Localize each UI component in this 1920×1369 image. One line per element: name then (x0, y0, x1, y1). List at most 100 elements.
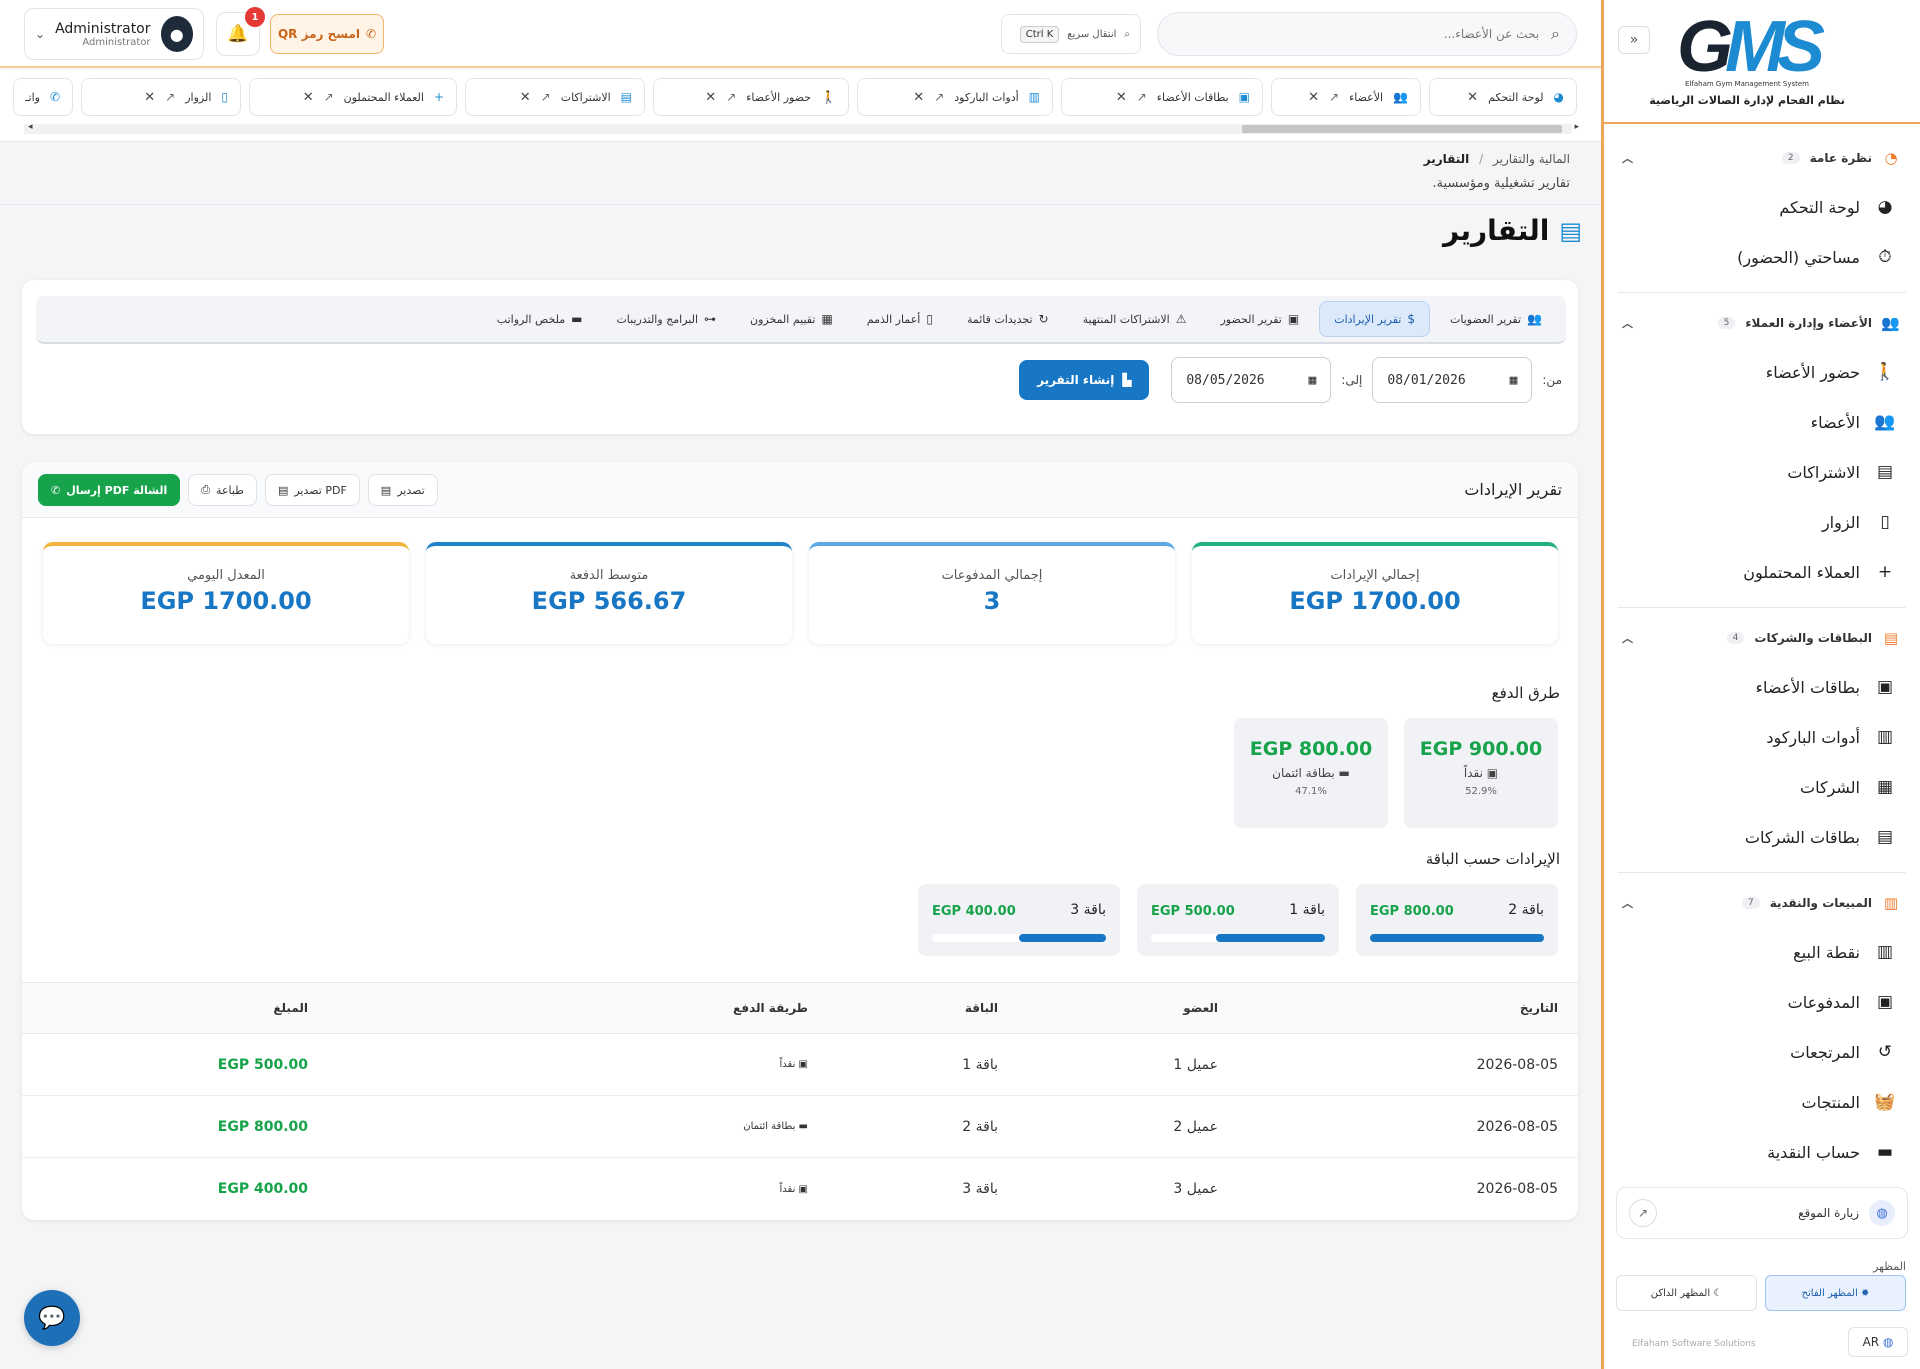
column-header-payment-method[interactable]: طريقة الدفع (733, 983, 808, 1033)
external-link-icon[interactable]: ↗ (541, 90, 551, 104)
sidebar-collapse-button[interactable]: « (1618, 26, 1650, 54)
tab-whatsapp[interactable]: ✆ واتـ (13, 78, 73, 116)
table-row[interactable]: 2026-08-05 عميل 2 باقة 2 ▬ بطاقة ائتمان … (22, 1096, 1578, 1158)
nav-group-header[interactable]: 👥 الأعضاء وإدارة العملاء 5 ︿ (1604, 299, 1920, 347)
nav-group-header[interactable]: ▥ المبيعات والنقدية 7 ︿ (1604, 879, 1920, 927)
external-link-icon[interactable]: ↗ (1329, 90, 1339, 104)
stat-value: EGP 1700.00 (140, 587, 312, 615)
external-link-icon[interactable]: ↗ (726, 90, 736, 104)
external-link-icon[interactable]: ↗ (1629, 1199, 1657, 1227)
calendar-icon[interactable]: ▦ (1309, 373, 1317, 388)
sidebar-item-payments[interactable]: ▣ المدفوعات (1604, 977, 1920, 1027)
user-menu[interactable]: ⌄ Administrator Administrator ● (24, 8, 204, 60)
sidebar-item-barcode-tools[interactable]: ▥ أدوات الباركود (1604, 712, 1920, 762)
sidebar-item-member-cards[interactable]: ▣ بطاقات الأعضاء (1604, 662, 1920, 712)
from-date-input[interactable]: 08/01/2026 ▦ (1372, 357, 1533, 403)
send-pdf-button[interactable]: ✆ إرسال PDF الشالة (38, 474, 181, 506)
close-icon[interactable]: ✕ (144, 90, 155, 105)
company-credit: Elfaham Software Solutions (1632, 1339, 1756, 1349)
member-search-input[interactable]: ⌕ بحث عن الأعضاء... (1157, 12, 1577, 56)
tab-visitors[interactable]: ▯ الزوار ↗ ✕ (81, 78, 241, 116)
light-theme-button[interactable]: ✹ المظهر الفاتح (1765, 1275, 1906, 1311)
close-icon[interactable]: ✕ (520, 90, 531, 105)
dark-theme-button[interactable]: ☾ المظهر الداكن (1616, 1275, 1757, 1311)
tab-members[interactable]: 👥 الأعضاء ↗ ✕ (1271, 78, 1421, 116)
close-icon[interactable]: ✕ (1308, 90, 1319, 105)
sidebar-item-member-attendance[interactable]: 🚶 حضور الأعضاء (1604, 347, 1920, 397)
breadcrumb-parent[interactable]: المالية والتقارير (1493, 152, 1570, 166)
export-button[interactable]: ▤ تصدير (367, 474, 438, 506)
external-link-icon[interactable]: ↗ (934, 90, 944, 104)
close-icon[interactable]: ✕ (1467, 90, 1478, 105)
sidebar-item-my-attendance[interactable]: ⏱ مساحتي (الحضور) (1604, 232, 1920, 282)
column-header-member[interactable]: العضو (1183, 983, 1218, 1033)
scrollbar-thumb[interactable] (1242, 125, 1562, 133)
tab-revenue-report[interactable]: $ تقرير الإيرادات (1319, 301, 1431, 337)
column-header-date[interactable]: التاريخ (1520, 983, 1558, 1033)
stat-card-average-payment: متوسط الدفعة EGP 566.67 (426, 542, 792, 644)
send-pdf-label: إرسال PDF الشالة (66, 483, 168, 497)
sidebar-item-dashboard[interactable]: ◕ لوحة التحكم (1604, 182, 1920, 232)
sidebar-item-products[interactable]: 🧺 المنتجات (1604, 1077, 1920, 1127)
external-link-icon[interactable]: ↗ (165, 90, 175, 104)
print-button[interactable]: ⎙ طباعة (188, 474, 257, 506)
visit-site-card[interactable]: ◍ زيارة الموقع ↗ (1616, 1187, 1908, 1239)
language-button[interactable]: ◍ AR (1848, 1327, 1908, 1357)
scroll-right-icon[interactable]: ▸ (1574, 122, 1579, 132)
close-icon[interactable]: ✕ (303, 90, 314, 105)
wallet-icon: ▬ (1876, 1142, 1894, 1162)
sidebar-item-visitors[interactable]: ▯ الزوار (1604, 497, 1920, 547)
table-row[interactable]: 2026-08-05 عميل 1 باقة 1 ▣ نقداً EGP 500… (22, 1034, 1578, 1096)
file-pdf-icon: ▤ (277, 483, 289, 497)
chat-button[interactable]: 💬 (24, 1290, 80, 1346)
sidebar-item-leads[interactable]: + العملاء المحتملون (1604, 547, 1920, 597)
notifications-button[interactable]: 🔔 1 (216, 7, 265, 56)
door-icon: ▯ (1880, 512, 1890, 532)
sidebar-item-members[interactable]: 👥 الأعضاء (1604, 397, 1920, 447)
tab-barcode-tools[interactable]: ▥ أدوات الباركود ↗ ✕ (857, 78, 1053, 116)
tab-attendance-report[interactable]: ▣ تقرير الحضور (1207, 301, 1314, 337)
sidebar-item-companies[interactable]: ▦ الشركات (1604, 762, 1920, 812)
close-icon[interactable]: ✕ (1116, 90, 1127, 105)
search-icon: ⌕ (1124, 28, 1130, 40)
tab-dashboard[interactable]: ◕ لوحة التحكم ✕ (1429, 78, 1577, 116)
external-link-icon[interactable]: ↗ (1137, 90, 1147, 104)
tab-programs-trainings[interactable]: ⊷ البرامج والتدريبات (602, 301, 730, 337)
tab-label: تقرير الحضور (1220, 312, 1282, 326)
column-header-plan[interactable]: الباقة (965, 983, 998, 1033)
tab-member-attendance[interactable]: 🚶 حضور الأعضاء ↗ ✕ (653, 78, 849, 116)
column-header-amount[interactable]: المبلغ (273, 983, 308, 1033)
tab-receivables-aging[interactable]: ▯ أعمار الذمم (853, 301, 947, 337)
tab-member-cards[interactable]: ▣ بطاقات الأعضاء ↗ ✕ (1061, 78, 1263, 116)
sidebar-item-cash-account[interactable]: ▬ حساب النقدية (1604, 1127, 1920, 1177)
tab-subscriptions[interactable]: ▤ الاشتراكات ↗ ✕ (465, 78, 645, 116)
tab-expired-subscriptions[interactable]: ⚠ الاشتراكات المنتهية (1069, 301, 1201, 337)
sidebar-item-subscriptions[interactable]: ▤ الاشتراكات (1604, 447, 1920, 497)
tab-memberships-report[interactable]: 👥 تقرير العضويات (1436, 301, 1556, 337)
scan-qr-button[interactable]: ✆ امسح رمز QR (270, 14, 384, 54)
tab-payroll-summary[interactable]: ▬ ملخص الرواتب (483, 301, 597, 337)
external-link-icon[interactable]: ↗ (324, 90, 334, 104)
door-icon: ▯ (221, 90, 228, 104)
generate-report-button[interactable]: ▙ إنشاء التقرير (1019, 360, 1150, 400)
tab-inventory-valuation[interactable]: ▦ تقييم المخزون (736, 301, 847, 337)
close-icon[interactable]: ✕ (913, 90, 924, 105)
calendar-icon[interactable]: ▦ (1510, 373, 1518, 388)
nav-group-header[interactable]: ▤ البطاقات والشركات 4 ︿ (1604, 614, 1920, 662)
cell-amount: EGP 400.00 (217, 1181, 308, 1197)
sidebar-item-returns[interactable]: ↺ المرتجعات (1604, 1027, 1920, 1077)
tab-upcoming-renewals[interactable]: ↻ تجديدات قائمة (953, 301, 1063, 337)
close-icon[interactable]: ✕ (705, 90, 716, 105)
sun-icon: ✹ (1861, 1287, 1870, 1299)
tab-leads[interactable]: + العملاء المحتملون ↗ ✕ (249, 78, 457, 116)
tabs-scrollbar[interactable] (24, 124, 1572, 134)
sidebar-item-pos[interactable]: ▥ نقطة البيع (1604, 927, 1920, 977)
table-row[interactable]: 2026-08-05 عميل 3 باقة 3 ▣ نقداً EGP 400… (22, 1158, 1578, 1220)
nav-group-header[interactable]: ◔ نظرة عامة 2 ︿ (1604, 134, 1920, 182)
quick-nav-button[interactable]: ⌕ انتقال سريع Ctrl K (1001, 14, 1141, 54)
export-pdf-button[interactable]: ▤ تصدير PDF (264, 474, 360, 506)
to-date-input[interactable]: 08/05/2026 ▦ (1171, 357, 1332, 403)
sidebar-item-company-cards[interactable]: ▤ بطاقات الشركات (1604, 812, 1920, 862)
plan-amount: EGP 500.00 (1151, 904, 1235, 919)
scroll-left-icon[interactable]: ◂ (28, 122, 33, 132)
